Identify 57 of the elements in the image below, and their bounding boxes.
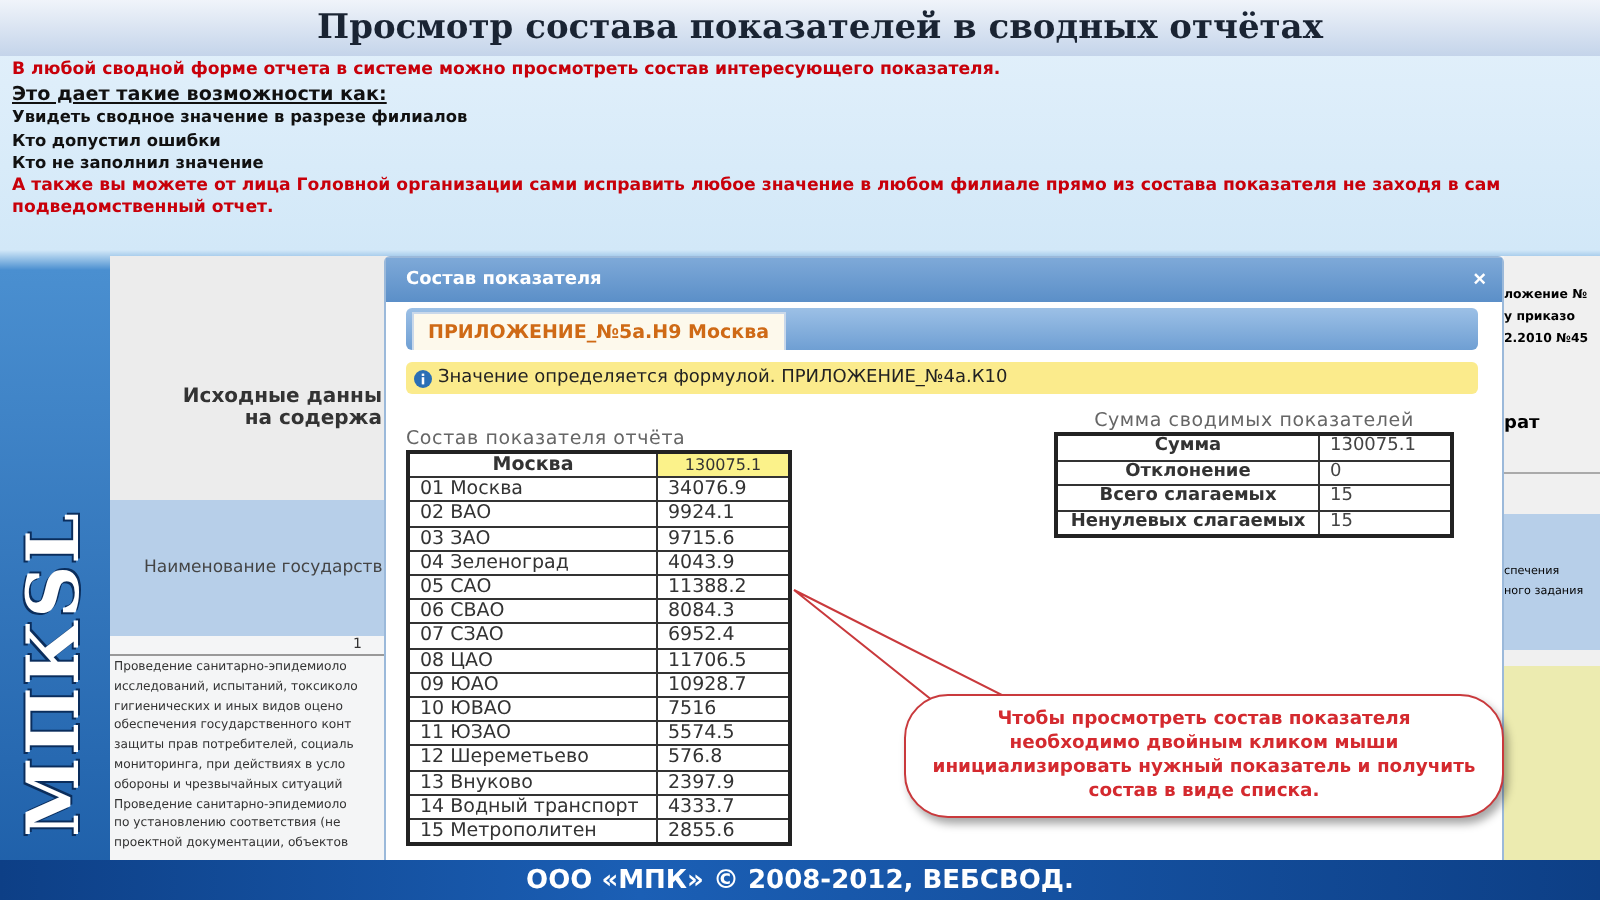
slide-text-line: А также вы можете от лица Головной организации сами исправить любое значение в любом филиале прямо из состава показателя не заходя в сам подведомственный отчет. [12, 175, 1503, 221]
slide-text-line: Кто не заполнил значение [12, 152, 266, 175]
table-cell: 08 ЦАО [408, 648, 657, 673]
table-cell: 8084.3 [657, 599, 790, 624]
table-cell: 9715.6 [657, 526, 790, 551]
table-cell: 05 САО [408, 575, 657, 600]
dialog-title: Состав показателя [406, 270, 602, 290]
table-cell: 02 ВАО [408, 501, 657, 527]
table-cell: 01 Москва [408, 477, 657, 502]
close-button[interactable]: × [1469, 268, 1490, 292]
section-title: Сумма сводимых показателей [1092, 410, 1416, 432]
table-cell: 11706.5 [657, 648, 790, 673]
table-cell: 576.8 [657, 745, 790, 771]
section-title: Состав показателя отчёта [406, 428, 688, 450]
table-cell: 130075.1 [1319, 434, 1452, 460]
table-cell: 2397.9 [657, 770, 790, 795]
table-cell: 07 СЗАО [408, 623, 657, 649]
table-cell: Москва [408, 452, 657, 478]
table-cell: 06 СВАО [408, 599, 657, 624]
table-cell: 04 Зеленоград [408, 550, 657, 576]
footer-text: ООО «МПК» © 2008-2012, ВЕБСВОД. [526, 865, 1074, 895]
info-icon [414, 369, 432, 387]
table-cell: 4333.7 [657, 794, 790, 820]
table-cell: Всего слагаемых [1056, 485, 1319, 510]
report-header-text: на содержа [244, 408, 384, 430]
slide-text-line: Это дает такие возможности как: [12, 83, 389, 106]
table-cell: 09 ЮАО [408, 672, 657, 698]
table-cell: 11 ЮЗАО [408, 721, 657, 746]
table-cell: 10928.7 [657, 672, 790, 698]
table-cell: 4043.9 [657, 550, 790, 576]
slide-text-line: Кто допустил ошибки [12, 129, 223, 152]
tab[interactable]: ПРИЛОЖЕНИЕ_№5а.Н9 Москва [412, 312, 785, 350]
table-cell: 130075.1 [657, 452, 790, 478]
report-header-text: Исходные данны [182, 386, 384, 408]
table-cell: 5574.5 [657, 721, 790, 746]
table-cell: 6952.4 [657, 623, 790, 649]
table-cell: 15 [1319, 485, 1452, 510]
table-cell: 03 ЗАО [408, 526, 657, 551]
slide-text-line: В любой сводной форме отчета в системе можно просмотреть состав интересующего показателя. [12, 60, 1003, 83]
slide-text-line: Увидеть сводное значение в разрезе филиалов [12, 106, 470, 129]
table-cell: 12 Шереметьево [408, 745, 657, 771]
table-cell: 10 ЮВАО [408, 697, 657, 722]
report-column-header: Наименование государств [110, 500, 390, 636]
table-cell: 0 [1319, 460, 1452, 485]
table-cell: 11388.2 [657, 575, 790, 600]
info-text: Значение определяется формулой. ПРИЛОЖЕНИЕ_№4а.К10 [438, 368, 1008, 388]
table-cell: 13 Внуково [408, 770, 657, 795]
table-cell: Сумма [1056, 434, 1319, 460]
report-header-text: рат [1504, 414, 1540, 434]
table-cell: 9924.1 [657, 501, 790, 527]
slide-title: Просмотр состава показателей в сводных отчётах [315, 8, 1323, 48]
table-cell: 14 Водный транспорт [408, 794, 657, 820]
callout-text: Чтобы просмотреть состав показателя необходимо двойным кликом мыши инициализировать нужный показатель и получить состав в виде списка. [930, 708, 1478, 804]
table-cell: Отклонение [1056, 460, 1319, 485]
table-cell: 7516 [657, 697, 790, 722]
table-cell: 34076.9 [657, 477, 790, 502]
logo-text: МПКSL [10, 509, 98, 841]
